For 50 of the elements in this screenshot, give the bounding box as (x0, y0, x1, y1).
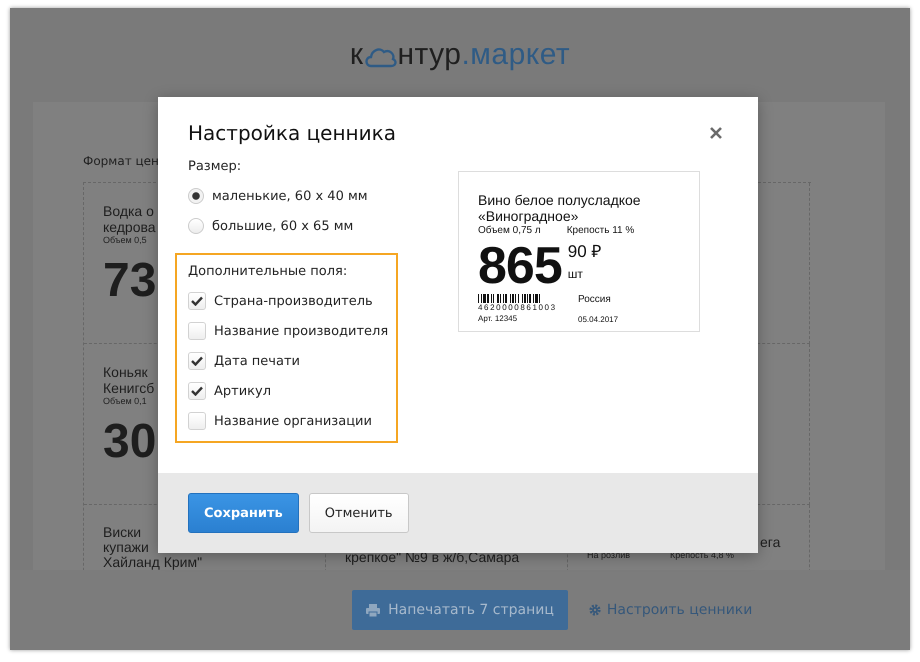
article-text: Арт. 12345 (478, 313, 518, 325)
format-label: Формат цен (83, 154, 159, 170)
checkbox-label[interactable]: Дата печати (214, 354, 300, 368)
radio-button[interactable] (188, 188, 204, 204)
date-text: 05.04.2017 (578, 314, 618, 326)
product-name: Вино белое полусладкое «Виноградное» (478, 192, 642, 224)
checkbox[interactable] (188, 352, 206, 370)
product-name: купажи (103, 540, 149, 555)
product-detail: Объем 0,5 (103, 235, 147, 245)
close-button[interactable] (708, 125, 724, 141)
checkbox-label[interactable]: Название производителя (214, 324, 388, 338)
gear-icon (588, 604, 601, 616)
printer-icon (366, 604, 380, 616)
unit-text: шт (568, 267, 584, 281)
product-name: кедрова (103, 219, 156, 235)
logo-text: .маркет (461, 38, 570, 72)
product-name: ега (760, 535, 780, 550)
logo-text: нтур (397, 38, 462, 72)
logo-text: к (350, 38, 364, 72)
dialog-title: Настройка ценника (188, 121, 396, 145)
price-text: 30 (103, 414, 156, 470)
checkbox[interactable] (188, 412, 206, 430)
product-name: Водка о (103, 203, 154, 219)
checkbox-label[interactable]: Название организации (214, 414, 372, 428)
option-label[interactable]: маленькие, 60 x 40 мм (212, 188, 368, 204)
strength-text: Крепость 11 % (566, 225, 634, 236)
close-icon (710, 127, 722, 139)
checkbox[interactable] (188, 292, 206, 310)
size-label: Размер: (188, 159, 242, 176)
checkbox[interactable] (188, 382, 206, 400)
product-name: крепкое" №9 в ж/б,Самара (345, 550, 520, 565)
price-text: 73 (103, 253, 156, 309)
checkbox-label[interactable]: Артикул (214, 384, 272, 398)
cancel-button[interactable]: Отменить (308, 493, 409, 533)
volume-text: Объем 0,75 л (478, 225, 541, 236)
checkbox-label[interactable]: Страна-производитель (214, 294, 373, 308)
barcode-number: 4620000861003 (478, 303, 558, 313)
price-text: 865 (478, 240, 562, 292)
product-name: Кенигсб (103, 380, 154, 396)
option-label[interactable]: большие, 60 x 65 мм (212, 218, 354, 234)
save-button[interactable]: Сохранить (188, 493, 299, 533)
product-name: Хайланд Крим" (103, 555, 202, 570)
extra-fields-label: Дополнительные поля: (188, 263, 348, 281)
product-name: Коньяк (103, 364, 148, 380)
radio-button[interactable] (188, 218, 204, 234)
country-text: Россия (578, 294, 612, 305)
price-cents: 90 ₽ (568, 243, 602, 261)
checkbox[interactable] (188, 322, 206, 340)
product-detail: Объем 0,1 (103, 396, 147, 406)
product-name: Виски (103, 525, 142, 540)
